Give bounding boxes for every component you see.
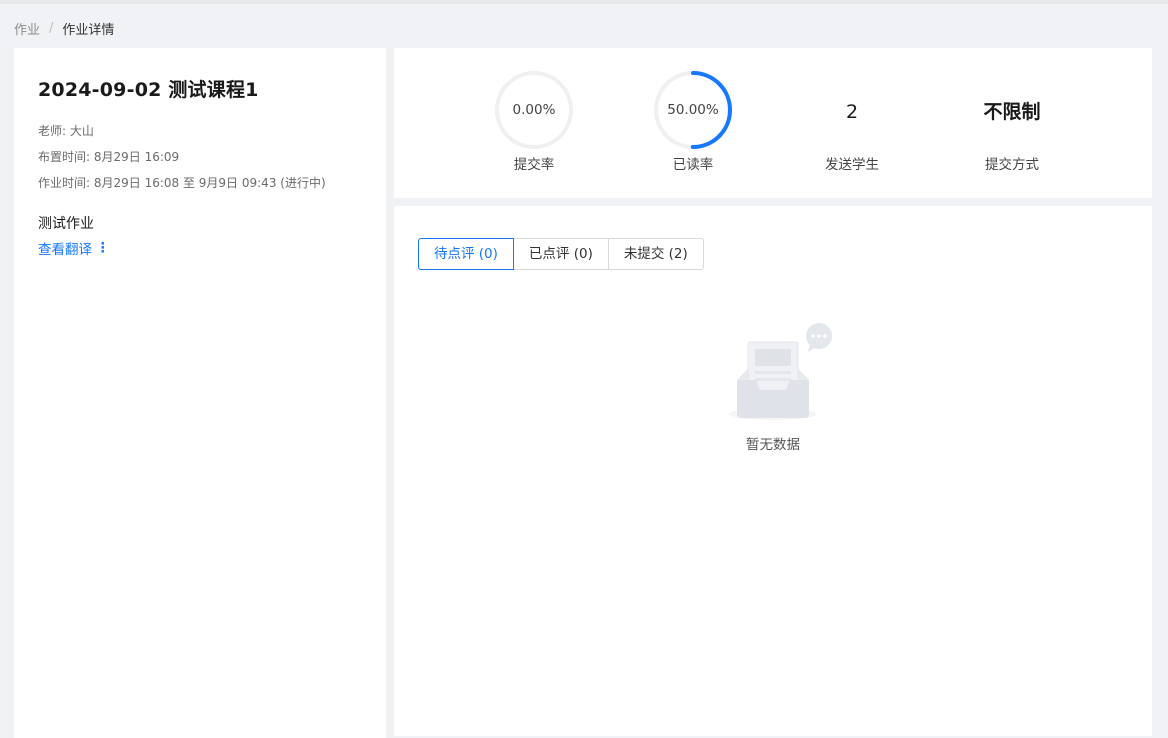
submit-method-label: 提交方式 xyxy=(985,157,1039,173)
empty-state: 暂无数据 xyxy=(722,322,832,453)
stat-submit-method: 不限制 提交方式 xyxy=(952,70,1072,173)
breadcrumb: 作业 / 作业详情 xyxy=(14,19,115,38)
students-sent-value: 2 xyxy=(845,101,859,123)
students-sent-label: 发送学生 xyxy=(825,157,879,173)
stat-submit-rate: 0.00% 提交率 xyxy=(474,70,594,173)
review-tabs: 待点评 (0) 已点评 (0) 未提交 (2) xyxy=(418,238,704,270)
empty-state-text: 暂无数据 xyxy=(746,437,800,453)
breadcrumb-parent[interactable]: 作业 xyxy=(14,19,40,38)
submit-method-value: 不限制 xyxy=(983,101,1041,123)
teacher-info: 老师: 大山 xyxy=(38,124,94,138)
assigned-time: 布置时间: 8月29日 16:09 xyxy=(38,150,180,164)
homework-name: 测试作业 xyxy=(38,216,94,232)
homework-info-panel: 2024-09-02 测试课程1 老师: 大山 布置时间: 8月29日 16:0… xyxy=(14,48,386,738)
stat-students-sent: 2 发送学生 xyxy=(792,70,912,173)
breadcrumb-separator: / xyxy=(49,20,54,36)
read-rate-progress: 50.00% xyxy=(653,70,733,150)
tab-not-submitted[interactable]: 未提交 (2) xyxy=(607,238,704,270)
stat-read-rate: 50.00% 已读率 xyxy=(633,70,753,173)
more-vertical-icon[interactable]: ⋮ xyxy=(96,240,110,256)
submission-list-panel: 待点评 (0) 已点评 (0) 未提交 (2) 暂无数据 xyxy=(394,206,1152,736)
read-rate-label: 已读率 xyxy=(672,157,714,173)
breadcrumb-current: 作业详情 xyxy=(62,22,115,38)
submit-rate-label: 提交率 xyxy=(513,157,555,173)
work-time: 作业时间: 8月29日 16:08 至 9月9日 09:43 (进行中) xyxy=(38,176,326,190)
homework-title: 2024-09-02 测试课程1 xyxy=(38,79,259,101)
empty-inbox-icon xyxy=(729,323,832,420)
view-translation-link[interactable]: 查看翻译 ⋮ xyxy=(38,238,110,258)
submit-rate-value: 0.00% xyxy=(512,102,556,118)
read-rate-value: 50.00% xyxy=(667,102,719,118)
top-bar xyxy=(0,0,1168,4)
view-translation-label: 查看翻译 xyxy=(38,242,92,258)
tab-reviewed[interactable]: 已点评 (0) xyxy=(512,238,609,270)
stats-panel: 0.00% 提交率 50.00% 已读率 2 发送学生 不限制 提交方式 xyxy=(394,48,1152,198)
tab-pending-review[interactable]: 待点评 (0) xyxy=(418,238,514,270)
submit-rate-progress: 0.00% xyxy=(494,70,574,150)
